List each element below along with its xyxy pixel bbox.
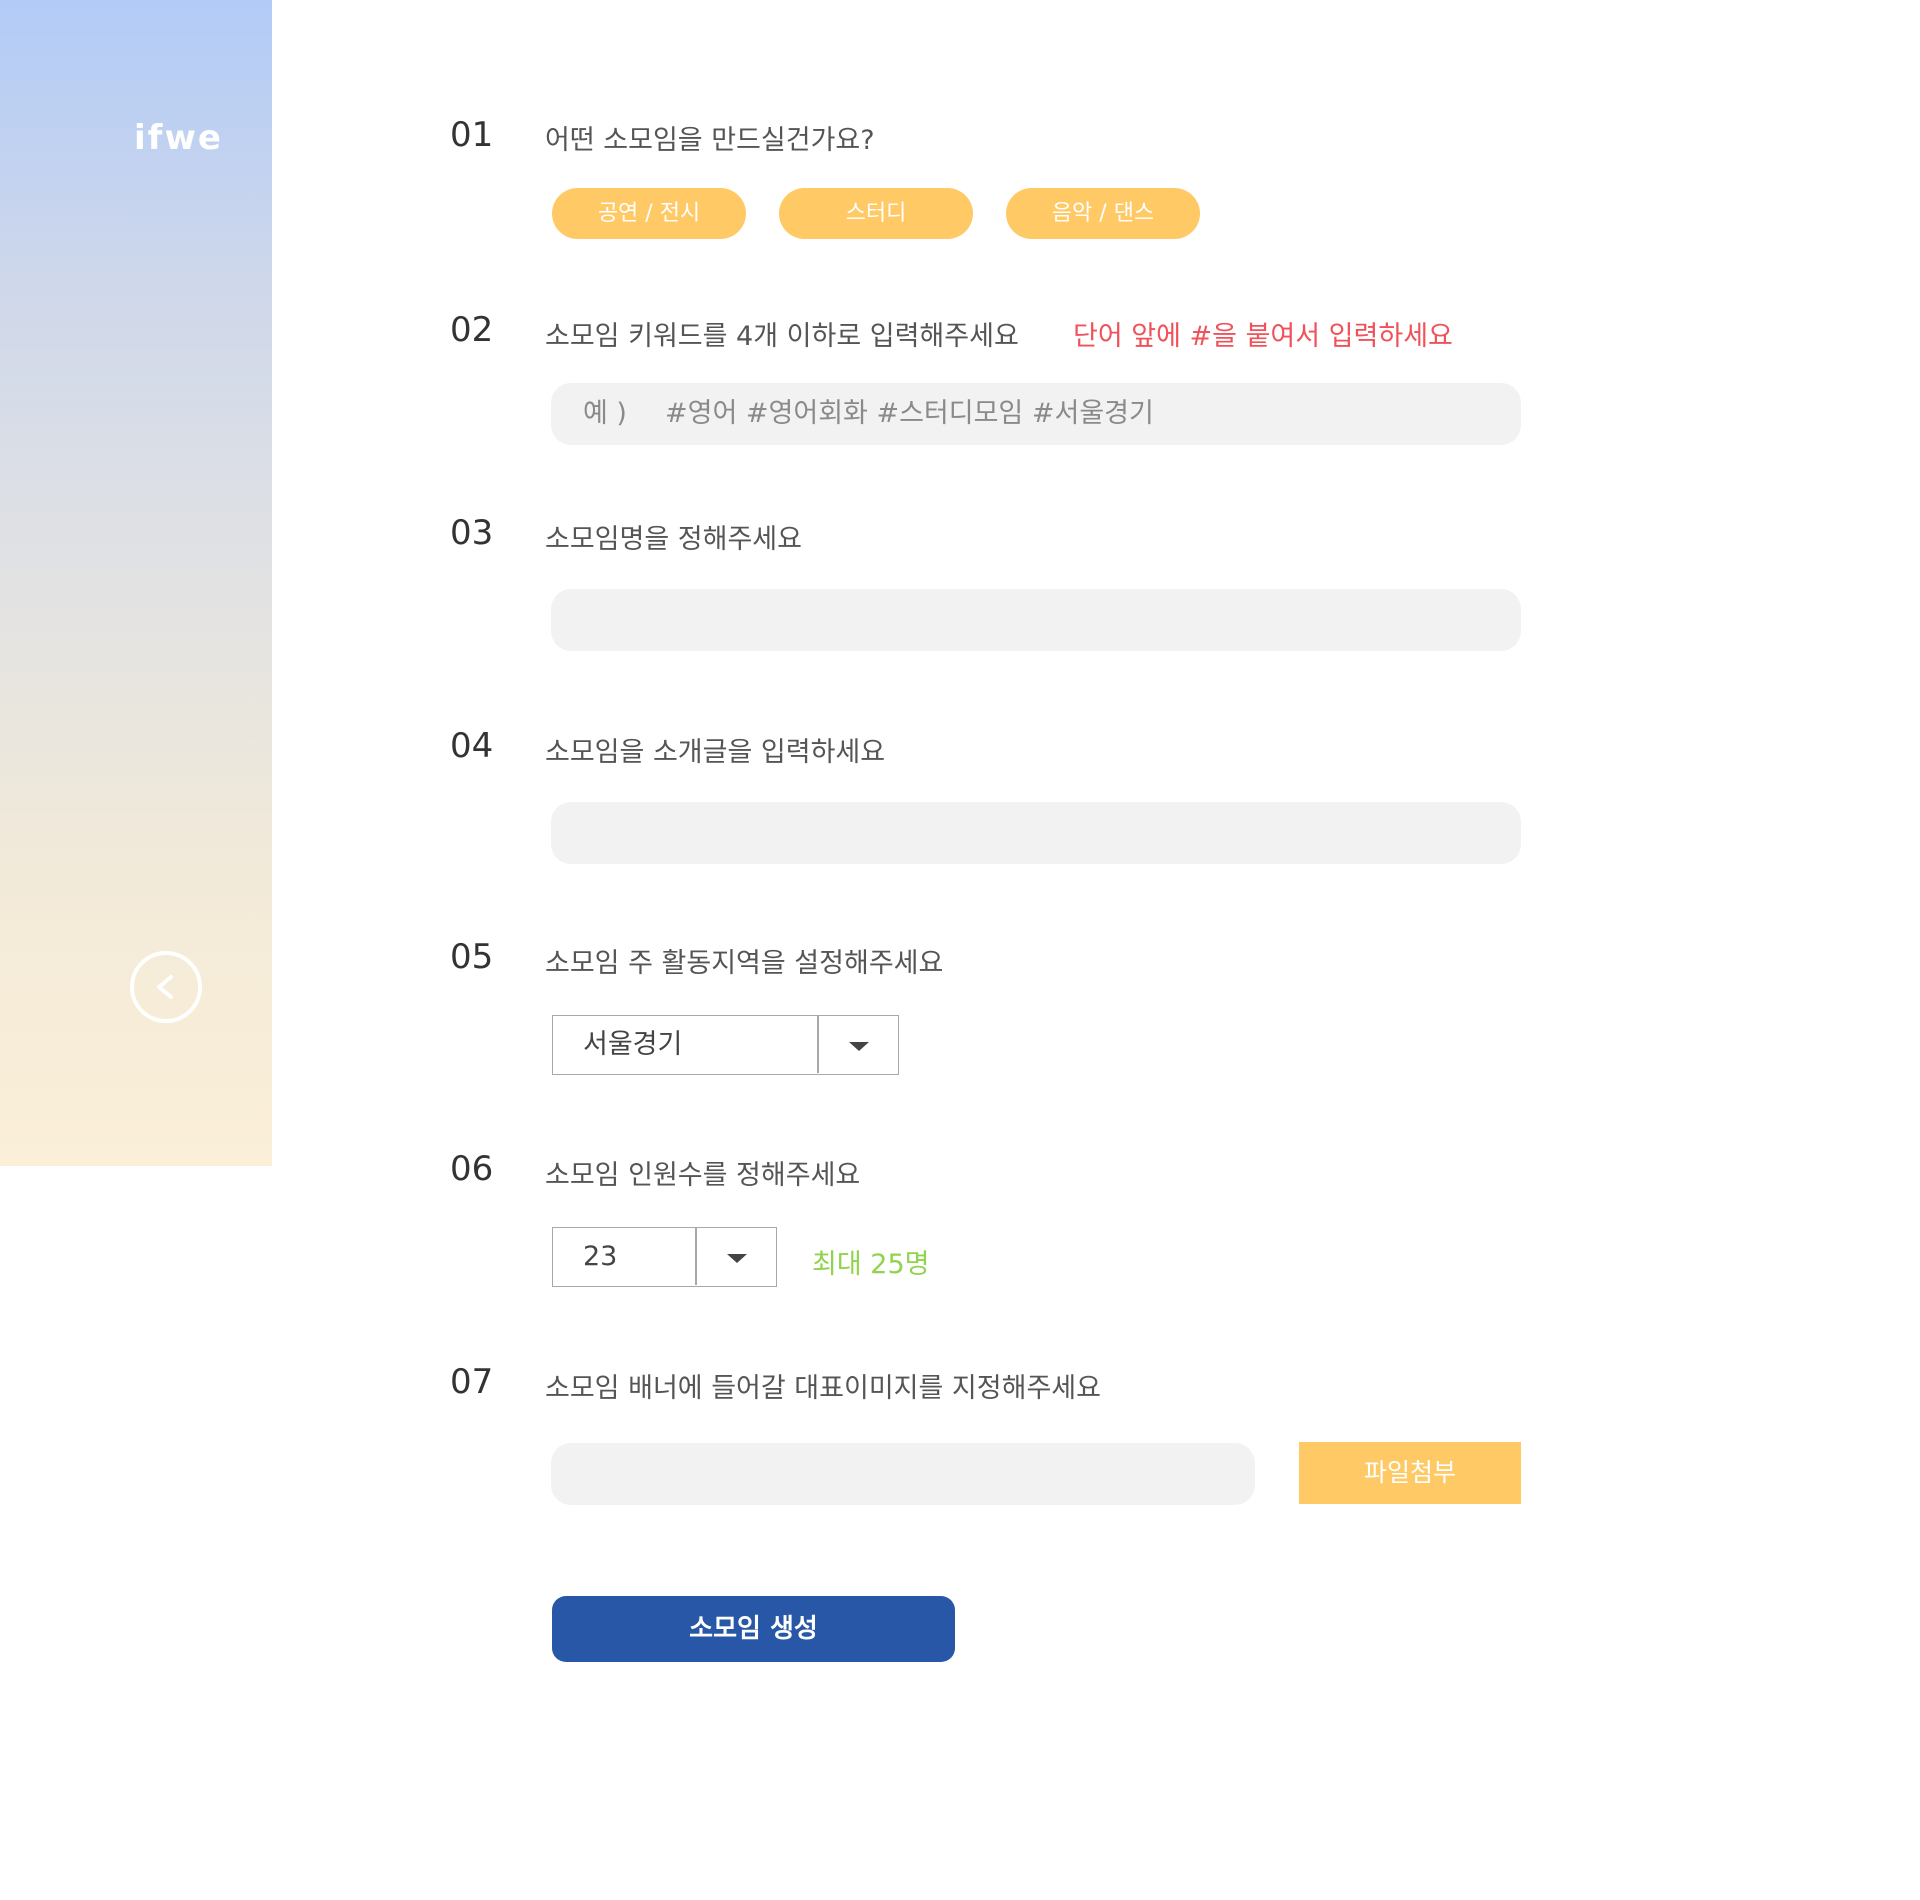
member-limit-hint: 최대 25명 [812, 1249, 930, 1280]
step-question: 소모임 주 활동지역을 설정해주세요 [545, 948, 944, 979]
keyword-input[interactable]: 예 ) #영어 #영어회화 #스터디모임 #서울경기 [551, 383, 1521, 445]
create-group-button[interactable]: 소모임 생성 [552, 1596, 955, 1662]
category-pill-study[interactable]: 스터디 [779, 188, 973, 239]
step-question: 소모임 배너에 들어갈 대표이미지를 지정해주세요 [545, 1373, 1101, 1404]
keyword-hint: 단어 앞에 #을 붙여서 입력하세요 [1073, 321, 1453, 352]
step-number: 02 [450, 310, 494, 350]
logo: ifwe [134, 118, 223, 158]
member-count-select[interactable]: 23 [552, 1227, 777, 1287]
caret-down-icon[interactable] [819, 1016, 899, 1073]
group-intro-input[interactable] [551, 802, 1521, 864]
step-question: 어떤 소모임을 만드실건가요? [545, 125, 875, 156]
category-pill-music[interactable]: 음악 / 댄스 [1006, 188, 1200, 239]
back-button[interactable] [130, 951, 202, 1023]
step-number: 05 [450, 937, 494, 977]
banner-file-field[interactable] [551, 1443, 1255, 1505]
step-question: 소모임명을 정해주세요 [545, 524, 802, 555]
step-number: 04 [450, 726, 494, 766]
category-pill-performance[interactable]: 공연 / 전시 [552, 188, 746, 239]
region-select-value: 서울경기 [583, 1029, 683, 1060]
sidebar: ifwe [0, 0, 272, 1166]
region-select[interactable]: 서울경기 [552, 1015, 899, 1075]
step-number: 07 [450, 1362, 494, 1402]
step-question: 소모임 인원수를 정해주세요 [545, 1160, 861, 1191]
step-question: 소모임 키워드를 4개 이하로 입력해주세요 [545, 321, 1019, 352]
step-number: 06 [450, 1149, 494, 1189]
file-attach-button[interactable]: 파일첨부 [1299, 1442, 1521, 1504]
caret-down-icon[interactable] [697, 1228, 777, 1285]
member-count-value: 23 [583, 1241, 618, 1272]
step-number: 03 [450, 513, 494, 553]
placeholder-prefix: 예 ) [583, 398, 627, 429]
step-question: 소모임을 소개글을 입력하세요 [545, 737, 886, 768]
group-name-input[interactable] [551, 589, 1521, 651]
placeholder-text: #영어 #영어회화 #스터디모임 #서울경기 [665, 398, 1154, 429]
step-number: 01 [450, 115, 494, 155]
chevron-left-icon [157, 975, 173, 999]
